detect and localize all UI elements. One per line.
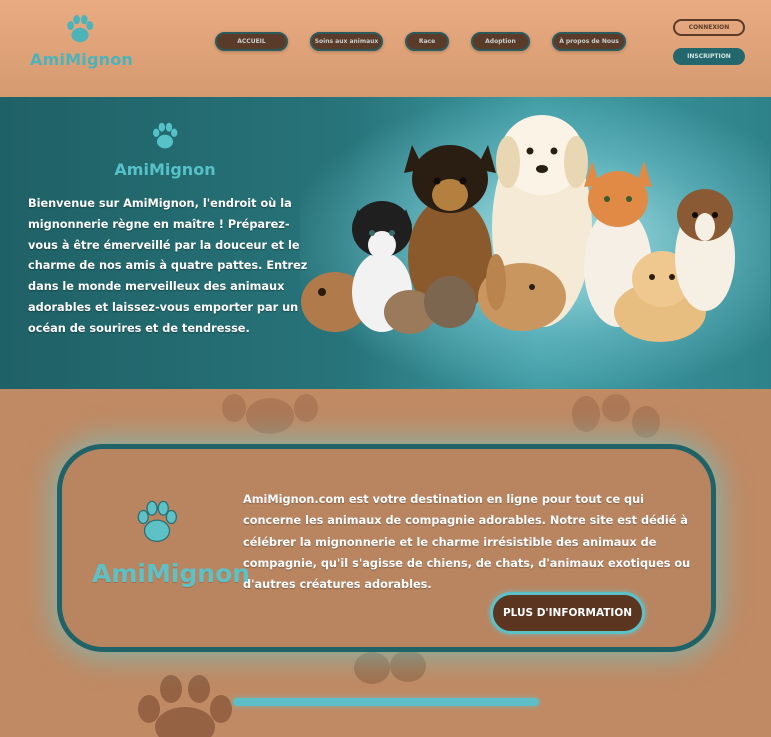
more-info-button[interactable]: PLUS D'INFORMATION — [490, 592, 645, 634]
nav-race[interactable]: Race — [405, 32, 449, 51]
hero-welcome-text: Bienvenue sur AmiMignon, l'endroit où la… — [28, 197, 308, 335]
card-logo: AmiMignon — [92, 497, 251, 588]
signup-button[interactable]: INSCRIPTION — [673, 48, 745, 65]
card-brand-name: AmiMignon — [92, 559, 251, 588]
hero-banner: AmiMignon Bienvenue sur AmiMignon, l'end… — [0, 97, 771, 389]
bottom-accent-bar — [233, 698, 539, 706]
paw-print-decoration — [572, 394, 660, 438]
card-description: AmiMignon.com est votre destination en l… — [243, 493, 691, 592]
nav-a-propos[interactable]: À propos de Nous — [552, 32, 626, 51]
paw-print-decoration — [222, 394, 318, 434]
login-button[interactable]: CONNEXION — [673, 19, 745, 36]
site-header: AmiMignon ACCUEIL Soins aux animaux Race… — [0, 0, 771, 97]
header-logo[interactable]: AmiMignon — [30, 12, 133, 82]
paw-print-decoration — [354, 650, 426, 684]
hero-logo: AmiMignon — [110, 120, 220, 179]
nav-soins[interactable]: Soins aux animaux — [310, 32, 383, 51]
paw-print-decoration — [138, 675, 232, 737]
brand-name: AmiMignon — [30, 50, 133, 69]
paw-icon — [137, 500, 177, 542]
pets-group-image — [301, 115, 735, 342]
info-card: AmiMignon AmiMignon.com est votre destin… — [57, 444, 716, 652]
nav-accueil[interactable]: ACCUEIL — [215, 32, 288, 51]
nav-adoption[interactable]: Adoption — [471, 32, 530, 51]
hero-brand-name: AmiMignon — [114, 160, 216, 179]
paw-icon — [67, 14, 94, 43]
paw-icon — [153, 122, 178, 149]
